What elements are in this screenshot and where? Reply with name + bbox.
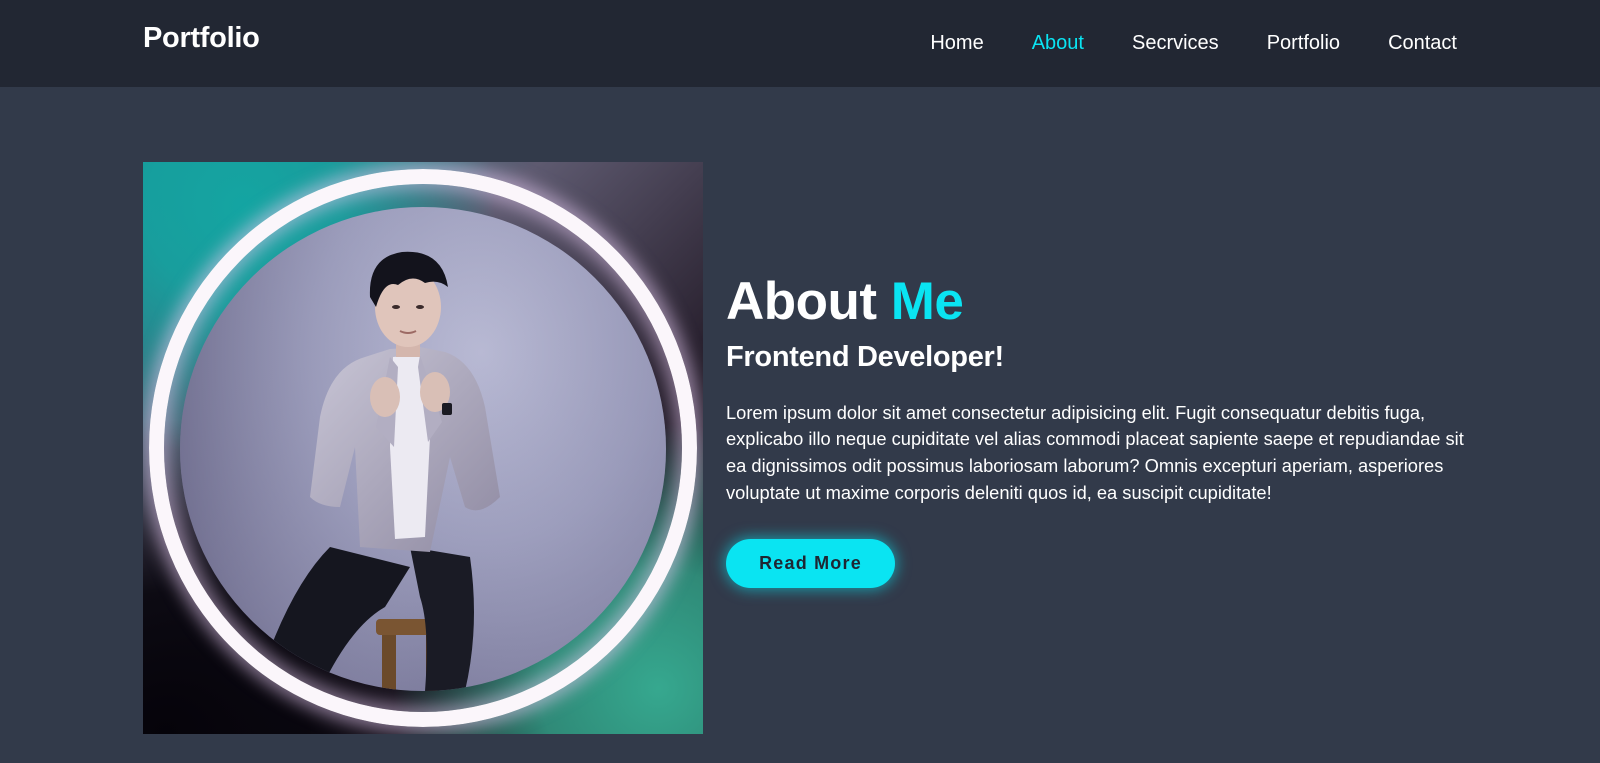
nav-link-contact[interactable]: Contact — [1388, 32, 1457, 55]
about-heading: About Me — [726, 275, 1466, 328]
read-more-button[interactable]: Read More — [726, 539, 895, 589]
about-heading-accent: Me — [890, 272, 964, 331]
about-description: Lorem ipsum dolor sit amet consectetur a… — [726, 401, 1464, 503]
nav-link-services[interactable]: Secrvices — [1132, 32, 1219, 55]
profile-photo — [143, 162, 703, 734]
about-section: About Me Frontend Developer! Lorem ipsum… — [0, 87, 1600, 763]
about-heading-main: About — [726, 272, 891, 331]
site-logo[interactable]: Portfolio — [143, 22, 260, 55]
nav-link-portfolio[interactable]: Portfolio — [1267, 32, 1340, 55]
nav-link-about[interactable]: About — [1032, 32, 1084, 55]
nav-menu: Home About Secrvices Portfolio Contact — [930, 0, 1457, 87]
about-content: About Me Frontend Developer! Lorem ipsum… — [726, 275, 1466, 589]
role-subheading: Frontend Developer! — [726, 341, 1004, 373]
nav-link-home[interactable]: Home — [930, 32, 983, 55]
navbar: Portfolio Home About Secrvices Portfolio… — [0, 0, 1600, 87]
person-portrait-illustration — [180, 207, 666, 691]
portrait-circle — [180, 207, 666, 691]
